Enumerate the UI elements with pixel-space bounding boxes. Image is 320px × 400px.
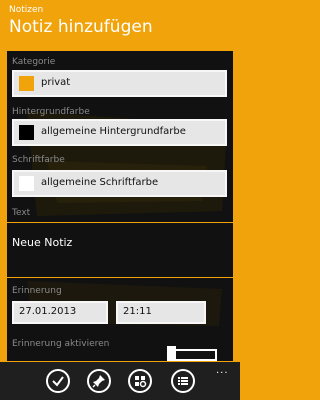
date-value: 27.01.2013 bbox=[19, 306, 77, 317]
kategorie-value: privat bbox=[41, 77, 71, 88]
list-button[interactable] bbox=[171, 369, 195, 393]
hintergrundfarbe-value: allgemeine Hintergrundfarbe bbox=[41, 126, 186, 137]
page-title: Notiz hinzufügen bbox=[9, 17, 153, 37]
schriftfarbe-color-swatch bbox=[19, 176, 34, 191]
kategorie-select[interactable]: privat bbox=[12, 70, 227, 97]
erinnerung-toggle[interactable] bbox=[167, 346, 217, 361]
text-input[interactable]: Neue Notiz bbox=[7, 222, 233, 278]
list-icon bbox=[178, 377, 188, 385]
check-icon bbox=[52, 376, 64, 387]
time-value: 21:11 bbox=[123, 306, 152, 317]
schriftfarbe-select[interactable]: allgemeine Schriftfarbe bbox=[12, 170, 227, 197]
form-panel: Kategorie privat Hintergrundfarbe allgem… bbox=[7, 51, 233, 361]
kategorie-label: Kategorie bbox=[12, 57, 56, 67]
date-picker[interactable]: 27.01.2013 bbox=[12, 301, 108, 324]
application-bar: ... bbox=[0, 362, 240, 400]
tile-icon bbox=[135, 376, 147, 388]
schriftfarbe-value: allgemeine Schriftfarbe bbox=[41, 177, 159, 188]
toggle-thumb bbox=[167, 346, 176, 361]
pin-button[interactable] bbox=[87, 369, 111, 393]
text-value: Neue Notiz bbox=[12, 236, 73, 249]
erinnerung-aktivieren-label: Erinnerung aktivieren bbox=[12, 339, 110, 349]
kategorie-color-swatch bbox=[19, 76, 34, 91]
hintergrundfarbe-color-swatch bbox=[19, 125, 34, 140]
time-picker[interactable]: 21:11 bbox=[116, 301, 206, 324]
hintergrundfarbe-label: Hintergrundfarbe bbox=[12, 107, 90, 117]
save-button[interactable] bbox=[46, 369, 70, 393]
schriftfarbe-label: Schriftfarbe bbox=[12, 155, 65, 165]
more-menu-button[interactable]: ... bbox=[216, 365, 229, 376]
tile-button[interactable] bbox=[128, 369, 152, 393]
header: Notizen Notiz hinzufügen bbox=[0, 0, 240, 50]
text-label: Text bbox=[12, 208, 31, 218]
app-title: Notizen bbox=[9, 5, 44, 15]
hintergrundfarbe-select[interactable]: allgemeine Hintergrundfarbe bbox=[12, 119, 227, 146]
pin-icon bbox=[92, 375, 105, 388]
erinnerung-label: Erinnerung bbox=[12, 286, 62, 296]
